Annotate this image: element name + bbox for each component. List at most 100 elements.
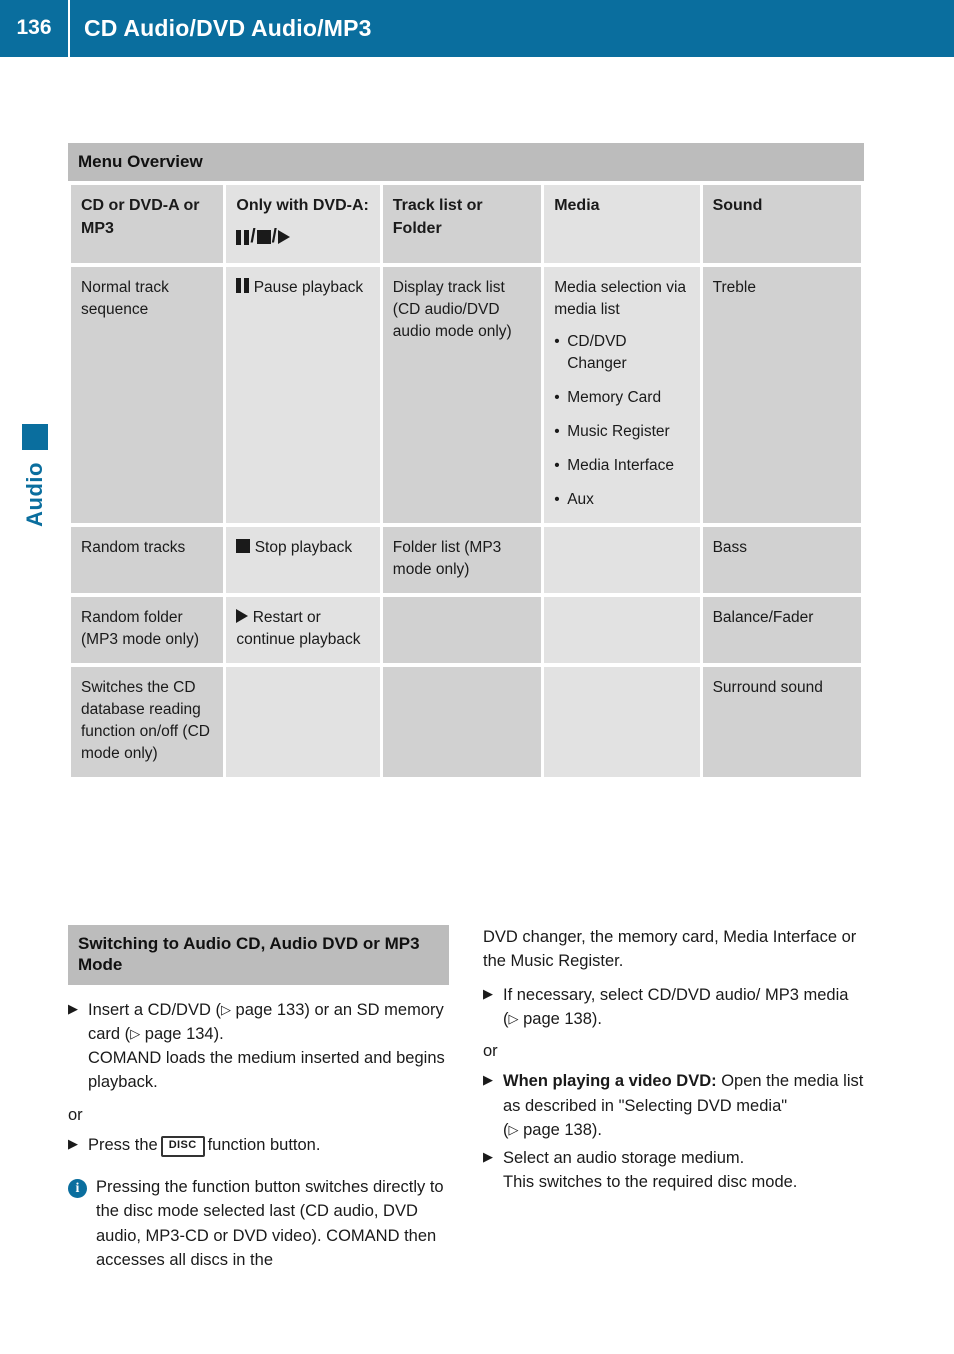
menu-overview-table: CD or DVD-A or MP3 Only with DVD-A: / / …	[68, 181, 864, 781]
step-press-disc-button: Press theDISCfunction button.	[68, 1133, 449, 1157]
step-text-part: Insert a CD/DVD (	[88, 1000, 221, 1019]
cell-empty	[226, 666, 380, 777]
step-lead-in-bold: When playing a video DVD:	[503, 1072, 717, 1091]
playback-glyph-group: / /	[236, 224, 369, 251]
table-row: Normal track sequence Pause playback Dis…	[71, 266, 861, 523]
or-separator: or	[483, 1042, 498, 1060]
step-detail-line: This switches to the required disc mode.	[503, 1173, 798, 1192]
page-number: 136	[16, 16, 52, 39]
info-icon: i	[68, 1179, 87, 1198]
cell-empty	[382, 666, 542, 777]
column-header-label: Only with DVD-A:	[236, 197, 369, 214]
cell-random-folder: Random folder (MP3 mode only)	[71, 596, 224, 663]
column-header-label: Track list or Folder	[392, 197, 483, 237]
list-item: CD/DVD Changer	[554, 331, 689, 375]
cell-empty	[544, 596, 700, 663]
page-reference: ▷ page 133	[221, 1001, 304, 1019]
cell-restart-continue-playback: Restart or continue playback	[226, 596, 380, 663]
step-text-part: function button.	[207, 1135, 321, 1154]
menu-overview-banner: Menu Overview	[68, 143, 864, 182]
step-select-storage-medium: Select an audio storage medium. This swi…	[483, 1146, 864, 1195]
switching-section-banner: Switching to Audio CD, Audio DVD or MP3 …	[68, 925, 449, 985]
section-side-tab: Audio	[22, 424, 48, 527]
page-reference-label: page 133	[235, 1000, 305, 1019]
page-reference: ▷ page 138	[509, 1010, 592, 1028]
cell-treble: Treble	[702, 266, 861, 523]
page-reference-label: page 138	[523, 1120, 592, 1139]
play-icon	[277, 230, 290, 245]
info-note: i Pressing the function button switches …	[68, 1175, 449, 1272]
cell-cd-database-switch: Switches the CD database reading functio…	[71, 666, 224, 777]
step-select-media: If necessary, select CD/DVD audio/ MP3 m…	[483, 983, 864, 1032]
page-ref-triangle-icon: ▷	[130, 1025, 141, 1041]
step-arrow-icon	[483, 1146, 503, 1163]
disc-button-key[interactable]: DISC	[160, 1135, 205, 1157]
body-column-left: Switching to Audio CD, Audio DVD or MP3 …	[68, 925, 449, 1272]
step-insert-media: Insert a CD/DVD (▷ page 133) or an SD me…	[68, 998, 449, 1095]
table-row: Switches the CD database reading functio…	[71, 666, 861, 777]
cell-label: Pause playback	[253, 278, 364, 296]
page-reference-label: page 138	[523, 1009, 592, 1028]
pause-icon	[236, 277, 250, 293]
table-row: Random folder (MP3 mode only) Restart or…	[71, 596, 861, 663]
column-header-cd-dvda-mp3: CD or DVD-A or MP3	[71, 185, 224, 263]
cell-label: Media selection via media list	[554, 278, 687, 318]
list-item: Aux	[554, 489, 689, 511]
cell-balance-fader: Balance/Fader	[702, 596, 861, 663]
cell-label: Stop playback	[254, 538, 353, 556]
page-reference: ▷ page 138	[509, 1121, 592, 1139]
column-header-label: Sound	[712, 197, 763, 214]
column-header-sound: Sound	[702, 185, 861, 263]
step-text-part: ).	[213, 1024, 224, 1043]
cell-folder-list: Folder list (MP3 mode only)	[382, 526, 542, 593]
cell-random-tracks: Random tracks	[71, 526, 224, 593]
list-item: Memory Card	[554, 387, 689, 409]
step-text-part: Press the	[88, 1135, 158, 1154]
column-header-only-with-dvda: Only with DVD-A: / /	[226, 185, 380, 263]
note-continuation-text: DVD changer, the memory card, Media Inte…	[483, 928, 857, 971]
step-arrow-icon	[483, 983, 503, 1000]
step-video-dvd-media-list: When playing a video DVD: Open the media…	[483, 1069, 864, 1142]
info-note-text: Pressing the function button switches di…	[96, 1178, 444, 1269]
table-row: Random tracks Stop playback Folder list …	[71, 526, 861, 593]
cell-bass: Bass	[702, 526, 861, 593]
cell-label: Restart or continue playback	[236, 608, 361, 648]
step-text-part: Select an audio storage medium.	[503, 1149, 745, 1167]
cell-empty	[382, 596, 542, 663]
step-text-part: ).	[591, 1120, 603, 1139]
media-source-list: CD/DVD Changer Memory Card Music Registe…	[554, 331, 689, 511]
step-arrow-icon	[68, 1133, 88, 1150]
list-item: Media Interface	[554, 455, 689, 477]
cell-surround-sound: Surround sound	[702, 666, 861, 777]
column-header-media: Media	[544, 185, 700, 263]
stop-icon	[236, 538, 251, 553]
step-text-part: ).	[591, 1009, 603, 1028]
page-ref-triangle-icon: ▷	[508, 1010, 519, 1026]
column-header-track-list-or-folder: Track list or Folder	[382, 185, 542, 263]
table-header-row: CD or DVD-A or MP3 Only with DVD-A: / / …	[71, 185, 861, 263]
slash-separator: /	[271, 225, 277, 247]
page-ref-triangle-icon: ▷	[508, 1121, 519, 1137]
side-tab-label: Audio	[22, 462, 47, 527]
page-title: CD Audio/DVD Audio/MP3	[84, 15, 372, 41]
step-arrow-icon	[68, 998, 88, 1015]
play-icon	[236, 608, 249, 623]
side-tab-marker	[22, 424, 48, 450]
page-reference: ▷ page 134	[130, 1025, 213, 1043]
column-header-label: Media	[554, 197, 600, 214]
cell-media-selection: Media selection via media list CD/DVD Ch…	[544, 266, 700, 523]
page-reference-label: page 134	[144, 1024, 214, 1043]
step-detail-line: COMAND loads the medium inserted and beg…	[88, 1049, 445, 1092]
step-arrow-icon	[483, 1069, 503, 1086]
page-header: 136 CD Audio/DVD Audio/MP3	[0, 0, 954, 57]
cell-empty	[544, 666, 700, 777]
cell-pause-playback: Pause playback	[226, 266, 380, 523]
column-header-label: CD or DVD-A or MP3	[81, 197, 200, 237]
stop-icon	[256, 230, 271, 245]
page-ref-triangle-icon: ▷	[220, 1001, 231, 1017]
pause-icon	[236, 229, 250, 245]
slash-separator: /	[250, 225, 256, 247]
or-separator: or	[68, 1105, 83, 1124]
cell-empty	[544, 526, 700, 593]
cell-display-track-list: Display track list (CD audio/DVD audio m…	[382, 266, 542, 523]
